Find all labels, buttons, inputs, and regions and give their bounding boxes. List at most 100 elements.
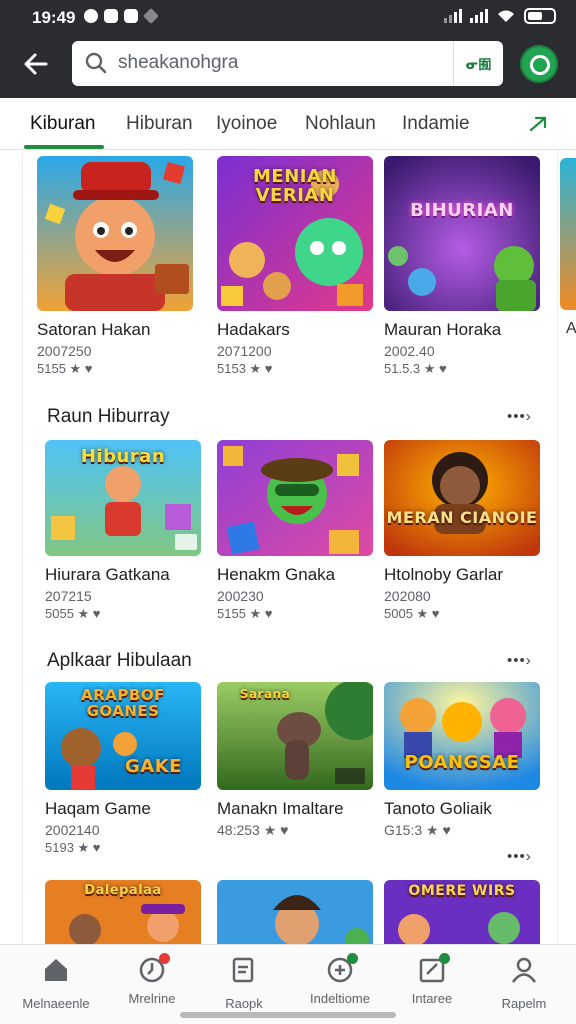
app-card[interactable]: Hiburan Hiurara Gatkana 207215 5055 ★ ♥ [45, 440, 201, 622]
status-bar: 19:49 [0, 0, 576, 34]
notification-badge [347, 953, 358, 964]
app-name: Satoran Hakan [37, 320, 151, 339]
app-thumbnail[interactable] [217, 880, 373, 944]
nav-apps[interactable]: Raopk [196, 955, 292, 1011]
clock-notification-icon [84, 9, 98, 23]
app-downloads: 202080 [384, 588, 431, 604]
app-thumbnail[interactable]: BIHURIAN [384, 156, 540, 311]
content-feed[interactable]: Satoran Hakan 2007250 5155 ★ ♥ MENIAN VE… [22, 150, 558, 944]
profile-icon [511, 957, 537, 983]
nav-label: Indeltiome [310, 991, 370, 1006]
app-card[interactable]: OMERE WIRS [384, 880, 540, 944]
tabs-forward-arrow-icon[interactable] [527, 112, 551, 136]
nav-label: Rapelm [501, 996, 547, 1011]
app-card[interactable]: BIHURIAN Mauran Horaka 2002.40 51.5.3 ★ … [384, 156, 540, 377]
search-bar[interactable]: ᓂ⁣囿 [72, 41, 513, 86]
app-rating: 5193 ★ ♥ [45, 840, 101, 855]
app-thumbnail[interactable] [37, 156, 193, 311]
app-thumbnail[interactable] [217, 440, 373, 556]
app-thumbnail[interactable]: OMERE WIRS [384, 880, 540, 944]
thumbnail-title: Sarana [239, 687, 291, 701]
next-card-peek[interactable] [560, 158, 576, 310]
category-tabs: Kiburan Hiburan Iyoinoe Nohlaun Indamie [0, 98, 576, 150]
app-downloads: 2071200 [217, 343, 272, 359]
app-card[interactable]: ARAPBOF GOANES GAKE Haqam Game 2002140 5… [45, 682, 201, 856]
tab-indamie[interactable]: Indamie [402, 113, 470, 135]
status-time: 19:49 [32, 8, 76, 27]
app-name: Henakm Gnaka [217, 565, 336, 584]
app-rating: 48:253 ★ ♥ [217, 822, 289, 838]
books-icon [417, 953, 450, 985]
nav-label: Mrelrine [128, 991, 176, 1006]
app-rating: 5155 ★ ♥ [217, 606, 273, 621]
app-downloads: 2007250 [37, 343, 92, 359]
search-icon [85, 52, 107, 74]
app-thumbnail[interactable]: MERAN CIANOIE [384, 440, 540, 556]
tab-hiburan[interactable]: Hiburan [126, 113, 193, 135]
tab-nohlaun[interactable]: Nohlaun [305, 113, 376, 135]
app-card[interactable]: POANGSAE Tanoto Goliaik G15:3 ★ ♥ [384, 682, 540, 839]
app-downloads: 2002.40 [384, 343, 435, 359]
thumbnail-subtitle: GAKE [125, 756, 182, 777]
app-card[interactable]: MERAN CIANOIE Htolnoby Garlar 202080 500… [384, 440, 540, 622]
app-thumbnail[interactable]: MENIAN VERIAN [217, 156, 373, 311]
battery-icon [524, 8, 556, 24]
nav-books[interactable]: Intaree [384, 953, 480, 1006]
nav-games[interactable]: Mrelrine [104, 953, 200, 1006]
nav-label: Intaree [411, 991, 453, 1006]
account-avatar[interactable] [520, 45, 558, 83]
nav-offers[interactable]: Indeltiome [292, 953, 388, 1006]
nav-profile[interactable]: Rapelm [476, 955, 572, 1011]
app-rating: 5153 ★ ♥ [217, 361, 273, 376]
section-title: Raun Hiburray [47, 406, 170, 427]
app-rating: 51.5.3 ★ ♥ [384, 361, 447, 376]
app-thumbnail[interactable]: Sarana [217, 682, 373, 790]
tab-kiburan[interactable]: Kiburan [30, 113, 96, 135]
active-tab-indicator [24, 145, 104, 149]
app-name: Manakn Imaltare [217, 799, 344, 818]
gesture-home-bar[interactable] [180, 1012, 396, 1018]
thumbnail-title: Hiburan [80, 446, 166, 467]
thumbnail-title: OMERE WIRS [408, 883, 516, 899]
notification-icons [84, 8, 159, 24]
thumbnail-title: Dalepalaa [84, 883, 162, 898]
app-card[interactable] [217, 880, 373, 944]
tab-iyoinoe[interactable]: Iyoinoe [216, 113, 277, 135]
app-card[interactable]: Satoran Hakan 2007250 5155 ★ ♥ [37, 156, 193, 377]
home-icon [45, 959, 67, 981]
app-thumbnail[interactable]: POANGSAE [384, 682, 540, 790]
section-more-button[interactable]: •••› [507, 408, 532, 425]
app-thumbnail[interactable]: Hiburan [45, 440, 201, 556]
signal-icon [444, 9, 462, 23]
app-name: Hadakars [217, 320, 290, 339]
app-card[interactable]: MENIAN VERIAN Hadakars 2071200 5153 ★ ♥ [217, 156, 373, 377]
diamond-notification-icon [143, 8, 159, 24]
thumbnail-title: POANGSAE [404, 752, 520, 773]
section-more-button[interactable]: •••› [507, 652, 532, 669]
app-name: Mauran Horaka [384, 320, 502, 339]
thumbnail-title: BIHURIAN [410, 200, 514, 221]
app-name: Htolnoby Garlar [384, 565, 504, 584]
app-header: 19:49 ᓂ⁣囿 [0, 0, 576, 98]
nav-home[interactable]: Melnaeenle [8, 955, 104, 1011]
status-icons [444, 8, 556, 24]
notification-badge [159, 953, 170, 964]
app-name: Haqam Game [45, 799, 151, 818]
app-card[interactable]: Dalepalaa [45, 880, 201, 944]
app-thumbnail[interactable]: ARAPBOF GOANES GAKE [45, 682, 201, 790]
app-rating: 5055 ★ ♥ [45, 606, 101, 621]
app-rating: 5155 ★ ♥ [37, 361, 93, 376]
voice-search-button[interactable]: ᓂ⁣囿 [453, 41, 503, 86]
section-title: Aplkaar Hibulaan [47, 650, 192, 671]
app-thumbnail[interactable]: Dalepalaa [45, 880, 201, 944]
nav-label: Raopk [225, 996, 263, 1011]
back-arrow-icon[interactable] [22, 50, 50, 78]
section-more-button[interactable]: •••› [507, 848, 532, 865]
app-rating: 5005 ★ ♥ [384, 606, 440, 621]
thumbnail-title: ARAPBOF GOANES [81, 686, 165, 720]
app-card[interactable]: Sarana Manakn Imaltare 48:253 ★ ♥ [217, 682, 373, 839]
app-card[interactable]: Henakm Gnaka 200230 5155 ★ ♥ [217, 440, 373, 622]
wifi-icon [498, 10, 514, 22]
tablet-notification-icon [124, 9, 138, 23]
notification-badge [439, 953, 450, 964]
